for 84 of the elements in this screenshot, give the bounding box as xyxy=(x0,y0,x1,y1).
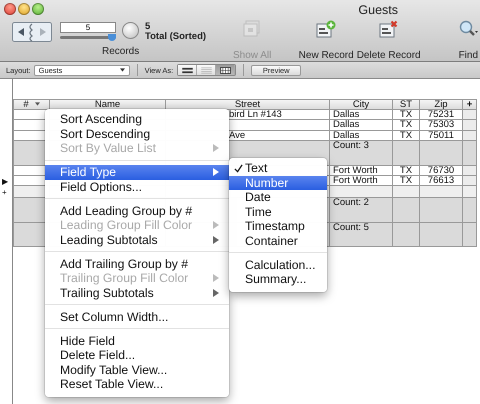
table-cell xyxy=(420,141,463,166)
cards-icon xyxy=(242,20,262,38)
submenu-arrow-icon xyxy=(213,168,219,176)
table-cell xyxy=(420,198,463,223)
close-button[interactable] xyxy=(4,2,16,14)
table-cell xyxy=(463,186,477,198)
menu-item[interactable]: Calculation... xyxy=(229,258,327,272)
toolbar-button[interactable]: New Record xyxy=(298,20,354,61)
add-column-button[interactable]: + xyxy=(463,99,477,110)
table-cell xyxy=(393,141,420,166)
menu-item[interactable]: Delete Field... xyxy=(45,348,229,362)
menu-item[interactable]: Timestamp xyxy=(229,219,327,234)
table-cell xyxy=(393,222,420,248)
search-icon xyxy=(458,20,478,38)
record-status: Total (Sorted) xyxy=(145,32,206,42)
menu-item[interactable]: Set Column Width... xyxy=(45,310,229,324)
book-navigation-icon[interactable] xyxy=(12,22,52,42)
record-slider[interactable] xyxy=(60,36,116,39)
menu-item[interactable]: Text xyxy=(229,161,327,176)
window-title: Guests xyxy=(358,2,398,16)
table-cell: TX xyxy=(393,166,420,176)
table-cell: Dallas xyxy=(330,110,393,120)
column-header[interactable]: Name xyxy=(50,99,166,110)
table-view-icon xyxy=(220,66,231,74)
table-cell: TX xyxy=(393,110,420,120)
table-cell: Fort Worth xyxy=(330,166,393,176)
record-count: 5 xyxy=(145,22,152,32)
slider-thumb[interactable] xyxy=(108,34,116,41)
table-cell xyxy=(420,222,463,248)
minimize-button[interactable] xyxy=(18,2,30,14)
table-cell xyxy=(463,198,477,223)
table-cell xyxy=(463,120,477,131)
toolbar-button[interactable]: Delete Record xyxy=(356,20,421,61)
menu-item[interactable]: Add Trailing Group by # xyxy=(45,256,229,271)
table-cell xyxy=(463,222,477,248)
form-view-icon xyxy=(182,66,193,74)
new-record-icon xyxy=(316,20,336,38)
menu-item[interactable]: Reset Table View... xyxy=(45,377,229,392)
menu-item[interactable]: Trailing Subtotals xyxy=(45,286,229,300)
table-cell xyxy=(330,186,393,198)
table-cell xyxy=(420,186,463,198)
caret-icon[interactable] xyxy=(34,102,40,106)
column-header[interactable]: Street xyxy=(166,99,330,110)
view-mode-button[interactable] xyxy=(216,65,236,75)
table-cell: Count: 5 xyxy=(330,222,393,248)
column-header[interactable]: Zip xyxy=(420,99,463,110)
table-cell: Count: 2 xyxy=(330,198,393,223)
toolbar-button[interactable]: Find xyxy=(456,20,480,61)
menu-item[interactable]: Time xyxy=(229,204,327,219)
table-cell xyxy=(463,141,477,166)
delete-record-icon xyxy=(378,20,399,38)
caret-icon xyxy=(120,68,125,72)
list-view-icon xyxy=(200,66,212,74)
row-marker: + xyxy=(2,188,7,197)
table-cell xyxy=(393,198,420,223)
table-cell xyxy=(463,166,477,176)
menu-item[interactable]: Number xyxy=(229,176,327,190)
row-marker: ▶ xyxy=(2,176,8,186)
menu-item[interactable]: Field Options... xyxy=(45,180,229,194)
column-header[interactable]: City xyxy=(330,99,393,110)
menu-item[interactable]: Date xyxy=(229,190,327,204)
check-icon xyxy=(234,164,243,173)
menu-item[interactable]: Field Type xyxy=(45,165,229,180)
records-label: Records xyxy=(102,46,140,57)
view-mode-button[interactable] xyxy=(178,65,198,75)
column-header[interactable]: # xyxy=(13,99,50,110)
record-number-field[interactable]: 5 xyxy=(60,22,116,33)
record-pie-icon xyxy=(122,22,139,39)
submenu-arrow-icon xyxy=(213,144,219,152)
menu-item[interactable]: Container xyxy=(229,234,327,248)
table-cell xyxy=(463,110,477,120)
table-cell xyxy=(463,130,477,142)
menu-item[interactable]: Summary... xyxy=(229,272,327,286)
table-cell: Count: 3 xyxy=(330,141,393,166)
table-cell xyxy=(463,176,477,186)
column-header[interactable]: ST xyxy=(393,99,420,110)
menu-item[interactable]: Leading Subtotals xyxy=(45,232,229,247)
menu-item[interactable]: Modify Table View... xyxy=(45,362,229,377)
menu-item[interactable]: Hide Field xyxy=(45,334,229,348)
table-cell: Dallas xyxy=(330,120,393,131)
table-cell: TX xyxy=(393,120,420,131)
table-cell xyxy=(393,186,420,198)
zoom-button[interactable] xyxy=(32,2,44,14)
menu-item[interactable]: Add Leading Group by # xyxy=(45,204,229,218)
